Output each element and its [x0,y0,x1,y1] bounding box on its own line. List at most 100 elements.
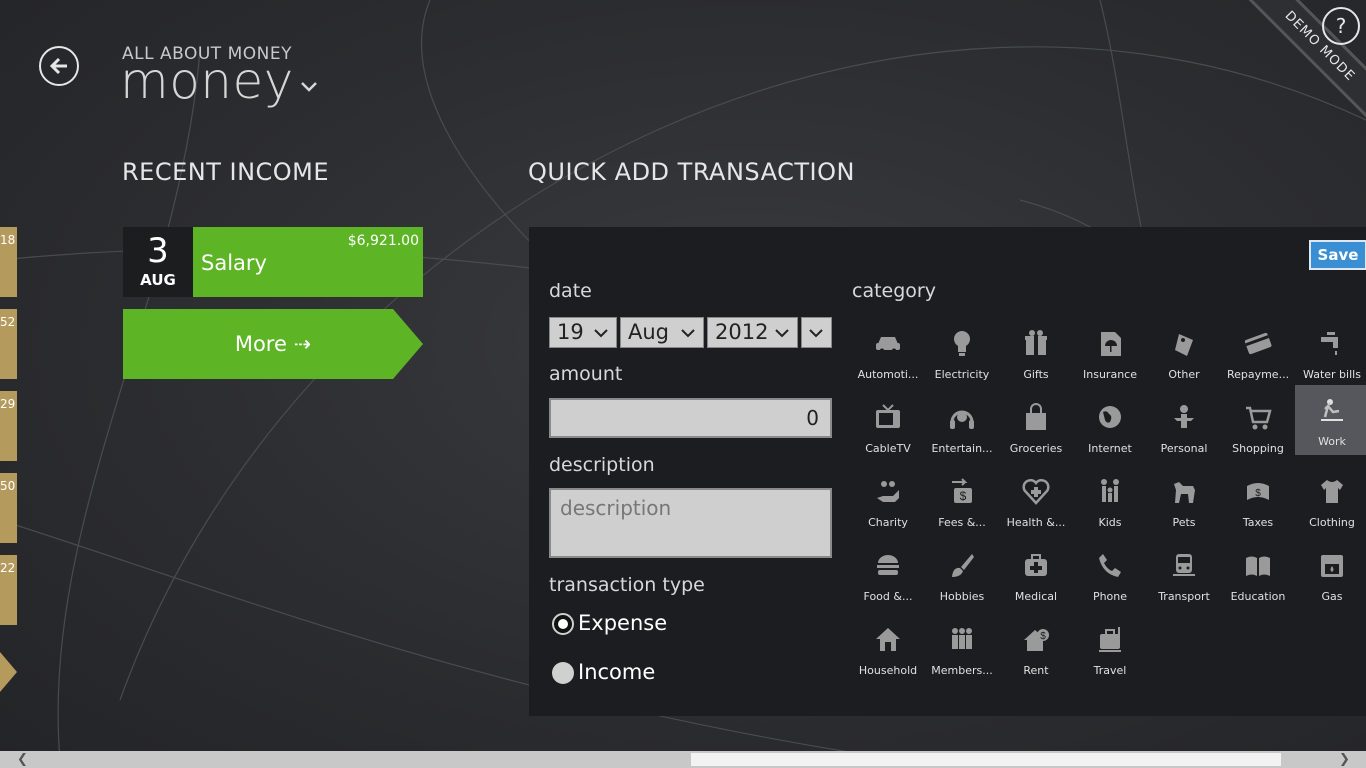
category-label: Internet [1088,442,1132,455]
category-label: Groceries [1009,442,1063,455]
category-insurance[interactable]: Insurance [1073,318,1147,392]
category-water-bills[interactable]: Water bills [1295,318,1366,392]
house-icon [851,624,925,654]
category-personal[interactable]: Personal [1147,392,1221,466]
month-select[interactable]: Aug [620,317,704,348]
heart-icon [999,476,1073,506]
category-hobbies[interactable]: Hobbies [925,540,999,614]
category-education[interactable]: Education [1221,540,1295,614]
category-entertain[interactable]: Entertain... [925,392,999,466]
description-input[interactable]: description [549,488,832,558]
category-taxes[interactable]: $ Taxes [1221,466,1295,540]
category-label: Travel [1093,664,1127,677]
category-gifts[interactable]: Gifts [999,318,1073,392]
category-health[interactable]: Health &... [999,466,1073,540]
category-label: Water bills [1303,368,1361,381]
category-rent[interactable]: $ Rent [999,614,1073,688]
category-label: Clothing [1309,516,1355,529]
car-icon [851,328,925,358]
svg-text:$: $ [960,489,967,503]
category-groceries[interactable]: Groceries [999,392,1073,466]
category-electricity[interactable]: Electricity [925,318,999,392]
shirt-icon [1295,476,1366,506]
category-label: Food &... [863,590,913,603]
charity-icon [851,476,925,506]
phone-icon [1073,550,1147,580]
faucet-icon [1295,328,1366,358]
category-label: Education [1230,590,1286,603]
category-shopping[interactable]: Shopping [1221,392,1295,466]
category-gas[interactable]: Gas [1295,540,1366,614]
extra-select[interactable] [801,317,832,348]
taxes-icon: $ [1221,476,1295,506]
kids-icon [1073,476,1147,506]
radio-dot-checked [552,613,574,635]
lightbulb-icon [925,328,999,358]
edge-tile[interactable]: 18 [0,227,17,297]
book-icon [1221,550,1295,580]
edge-tile[interactable]: 50 [0,473,17,543]
back-button[interactable] [39,46,79,86]
category-label: Fees &... [938,516,986,529]
category-label: Shopping [1232,442,1284,455]
category-travel[interactable]: Travel [1073,614,1147,688]
chevron-down-icon [809,329,823,338]
radio-dot [552,662,574,684]
edge-tile[interactable]: 29 [0,391,17,461]
scrollbar-thumb[interactable] [691,753,1281,766]
category-label: Kids [1098,516,1122,529]
category-fees[interactable]: $ Fees &... [925,466,999,540]
edge-tile[interactable]: 52 [0,309,17,379]
income-month: AUG [140,271,176,289]
category-work[interactable]: Work [1295,385,1366,455]
category-charity[interactable]: Charity [851,466,925,540]
chevron-down-icon[interactable] [299,80,319,94]
category-members[interactable]: Members... [925,614,999,688]
category-label: Personal [1160,442,1208,455]
category-label: Electricity [934,368,990,381]
category-label: CableTV [865,442,911,455]
category-label: Gifts [1023,368,1049,381]
burger-icon [851,550,925,580]
year-select[interactable]: 2012 [707,317,798,348]
help-button[interactable]: ? [1322,7,1360,45]
arrow-left-icon [49,57,67,75]
edge-more-arrow[interactable] [0,652,17,692]
bag-icon [999,402,1073,432]
category-household[interactable]: Household [851,614,925,688]
category-label: Insurance [1083,368,1137,381]
category-internet[interactable]: Internet [1073,392,1147,466]
category-transport[interactable]: Transport [1147,540,1221,614]
svg-text:$: $ [1040,631,1046,642]
category-label: Work [1318,435,1346,448]
category-medical[interactable]: Medical [999,540,1073,614]
chevron-down-icon [594,329,608,338]
category-label: Automoti... [857,368,919,381]
more-button[interactable]: More ⇢ [123,309,423,379]
category-clothing[interactable]: Clothing [1295,466,1366,540]
category-label: Charity [868,516,908,529]
category-label: Other [1168,368,1200,381]
category-automoti[interactable]: Automoti... [851,318,925,392]
category-kids[interactable]: Kids [1073,466,1147,540]
save-button[interactable]: Save [1309,240,1366,270]
scroll-left-arrow[interactable]: ❮ [14,751,31,768]
radio-expense[interactable]: Expense [552,611,712,639]
edge-tile[interactable]: 22 [0,555,17,625]
category-pets[interactable]: Pets [1147,466,1221,540]
scroll-right-arrow[interactable]: ❯ [1336,751,1353,768]
person-icon [1147,402,1221,432]
category-cabletv[interactable]: CableTV [851,392,925,466]
category-label: Household [858,664,918,677]
day-select[interactable]: 19 [549,317,617,348]
income-item-salary[interactable]: 3 AUG $6,921.00 Salary [123,227,423,297]
category-food[interactable]: Food &... [851,540,925,614]
category-repayme[interactable]: Repayme... [1221,318,1295,392]
category-other[interactable]: Other [1147,318,1221,392]
description-label: description [549,454,655,476]
radio-income[interactable]: Income [552,660,712,688]
category-phone[interactable]: Phone [1073,540,1147,614]
app-title[interactable]: money [120,52,294,110]
category-label: Phone [1092,590,1128,603]
amount-input[interactable]: 0 [549,398,832,438]
